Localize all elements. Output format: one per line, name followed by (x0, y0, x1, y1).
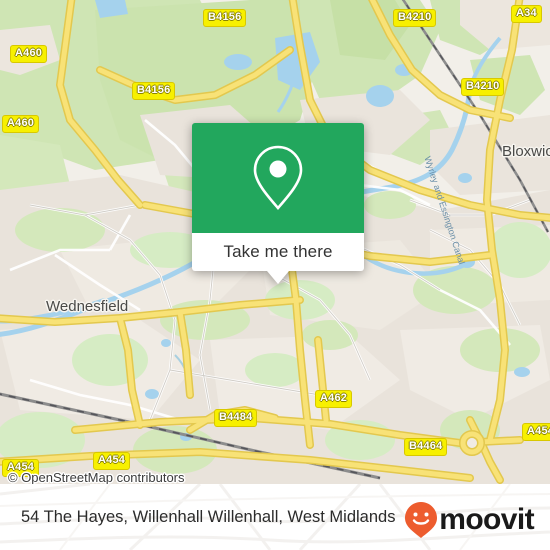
map-pin-icon (253, 145, 303, 210)
map-canvas[interactable]: A460 A460 B4156 B4156 B4210 A34 B4210 A462 B4484… (0, 0, 550, 484)
callout-pointer-tail (267, 271, 289, 284)
road-shield: A34 (511, 5, 542, 23)
road-shield: B4464 (404, 438, 448, 456)
moovit-wordmark: moovit (439, 503, 534, 536)
footer-bar: 54 The Hayes, Willenhall Willenhall, Wes… (0, 484, 550, 550)
road-shield: A454 (93, 452, 131, 470)
callout-image-panel (192, 123, 364, 233)
road-shield: B4210 (393, 9, 437, 27)
road-shield: B4156 (132, 82, 176, 100)
address-label: 54 The Hayes, Willenhall Willenhall, Wes… (21, 507, 396, 526)
road-shield: B4484 (214, 409, 258, 427)
osm-attribution[interactable]: © OpenStreetMap contributors (8, 470, 185, 484)
place-label: Bloxwich (502, 143, 550, 160)
road-shield: A460 (2, 115, 40, 133)
road-shield: B4210 (461, 78, 505, 96)
road-shield: A460 (10, 45, 48, 63)
road-shield: A454 (522, 423, 550, 441)
road-shield: B4156 (203, 9, 247, 27)
place-label: Wednesfield (46, 298, 129, 315)
destination-callout-card[interactable]: Take me there (192, 123, 364, 284)
map-share-page: A460 A460 B4156 B4156 B4210 A34 B4210 A462 B4484… (0, 0, 550, 550)
road-shield: A462 (315, 390, 353, 408)
callout-action-panel[interactable]: Take me there (192, 233, 364, 271)
moovit-smiley-pin-icon (405, 502, 438, 538)
moovit-logo[interactable]: moovit (404, 501, 535, 539)
take-me-there-label: Take me there (223, 242, 333, 261)
